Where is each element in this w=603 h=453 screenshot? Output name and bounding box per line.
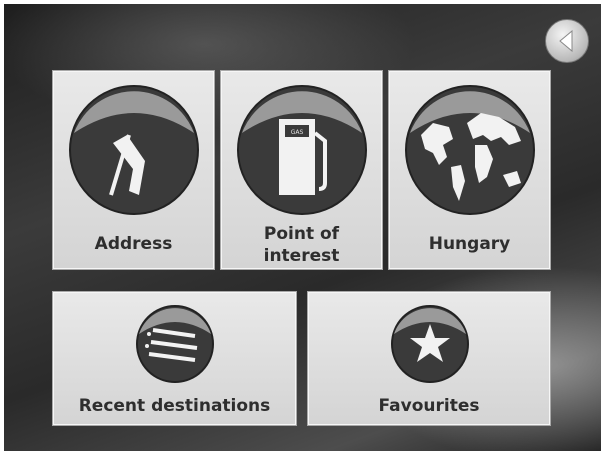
address-label: Address: [94, 234, 173, 254]
favourites-tile[interactable]: Favourites: [307, 291, 551, 426]
recent-destinations-tile[interactable]: Recent destinations: [52, 291, 297, 426]
address-tile[interactable]: Address: [52, 70, 215, 270]
fuel-pump-icon: GAS: [237, 85, 367, 215]
favourites-label: Favourites: [378, 396, 480, 416]
recent-list-icon: [136, 305, 214, 383]
navigation-screen: Address GAS Point of interest Hungary Re…: [4, 4, 601, 451]
poi-label-line1: Point of: [263, 224, 340, 244]
star-icon: [391, 305, 469, 383]
back-arrow-icon: [559, 29, 573, 53]
country-label: Hungary: [428, 234, 511, 254]
recent-destinations-label: Recent destinations: [78, 396, 271, 416]
flag-icon: [69, 85, 199, 215]
back-button[interactable]: [545, 19, 589, 63]
poi-tile[interactable]: GAS Point of interest: [220, 70, 383, 270]
globe-icon: [405, 85, 535, 215]
country-tile[interactable]: Hungary: [388, 70, 551, 270]
pump-sign: GAS: [291, 129, 304, 136]
poi-label-line2: interest: [263, 246, 340, 266]
